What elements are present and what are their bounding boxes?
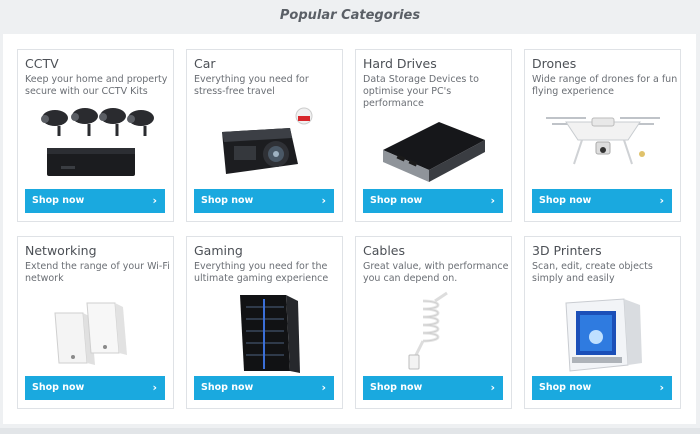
category-description: Wide range of drones for a fun flying ex… <box>532 74 678 97</box>
shop-now-label: Shop now <box>370 382 423 393</box>
category-description: Great value, with performance you can de… <box>363 261 509 284</box>
category-card-car[interactable]: Car Everything you need for stress-free … <box>186 49 343 222</box>
3d-printer-icon[interactable] <box>532 291 673 373</box>
category-card-networking[interactable]: Networking Extend the range of your Wi-F… <box>17 236 174 409</box>
shop-now-label: Shop now <box>201 382 254 393</box>
cable-icon[interactable] <box>363 291 504 373</box>
chevron-right-icon: › <box>659 194 664 207</box>
category-description: Everything you need for the ultimate gam… <box>194 261 329 284</box>
category-card-cctv[interactable]: CCTV Keep your home and property secure … <box>17 49 174 222</box>
chevron-right-icon: › <box>490 194 495 207</box>
shop-now-label: Shop now <box>201 195 254 206</box>
category-description: Keep your home and property secure with … <box>25 74 168 97</box>
category-title: 3D Printers <box>532 243 602 258</box>
shop-now-button[interactable]: Shop now › <box>194 376 334 400</box>
shop-now-label: Shop now <box>32 195 85 206</box>
chevron-right-icon: › <box>152 381 157 394</box>
category-card-cables[interactable]: Cables Great value, with performance you… <box>355 236 512 409</box>
shop-now-button[interactable]: Shop now › <box>532 376 672 400</box>
shop-now-button[interactable]: Shop now › <box>25 189 165 213</box>
chevron-right-icon: › <box>321 194 326 207</box>
shop-now-label: Shop now <box>32 382 85 393</box>
shop-now-button[interactable]: Shop now › <box>532 189 672 213</box>
category-card-hard-drives[interactable]: Hard Drives Data Storage Devices to opti… <box>355 49 512 222</box>
shop-now-label: Shop now <box>370 195 423 206</box>
powerline-adapter-icon[interactable] <box>25 291 166 373</box>
category-card-drones[interactable]: Drones Wide range of drones for a fun fl… <box>524 49 681 222</box>
category-description: Everything you need for stress-free trav… <box>194 74 309 97</box>
hard-drive-icon[interactable] <box>363 104 504 186</box>
categories-panel: CCTV Keep your home and property secure … <box>3 34 696 424</box>
shop-now-label: Shop now <box>539 382 592 393</box>
footer-divider <box>0 428 700 434</box>
shop-now-button[interactable]: Shop now › <box>25 376 165 400</box>
shop-now-button[interactable]: Shop now › <box>363 189 503 213</box>
category-title: Cables <box>363 243 405 258</box>
cctv-kit-icon[interactable] <box>25 104 166 186</box>
chevron-right-icon: › <box>321 381 326 394</box>
category-title: Networking <box>25 243 97 258</box>
category-card-gaming[interactable]: Gaming Everything you need for the ultim… <box>186 236 343 409</box>
category-title: CCTV <box>25 56 59 71</box>
drone-icon[interactable] <box>532 104 673 186</box>
category-title: Gaming <box>194 243 243 258</box>
shop-now-label: Shop now <box>539 195 592 206</box>
chevron-right-icon: › <box>659 381 664 394</box>
category-description: Scan, edit, create objects simply and ea… <box>532 261 653 284</box>
category-title: Car <box>194 56 216 71</box>
gaming-pc-icon[interactable] <box>194 291 335 373</box>
category-title: Hard Drives <box>363 56 437 71</box>
dash-cam-icon[interactable] <box>194 104 335 186</box>
chevron-right-icon: › <box>490 381 495 394</box>
category-title: Drones <box>532 56 577 71</box>
shop-now-button[interactable]: Shop now › <box>194 189 334 213</box>
chevron-right-icon: › <box>152 194 157 207</box>
category-card-3d-printers[interactable]: 3D Printers Scan, edit, create objects s… <box>524 236 681 409</box>
section-title: Popular Categories <box>279 8 421 23</box>
category-description: Extend the range of your Wi-Fi network <box>25 261 170 284</box>
shop-now-button[interactable]: Shop now › <box>363 376 503 400</box>
